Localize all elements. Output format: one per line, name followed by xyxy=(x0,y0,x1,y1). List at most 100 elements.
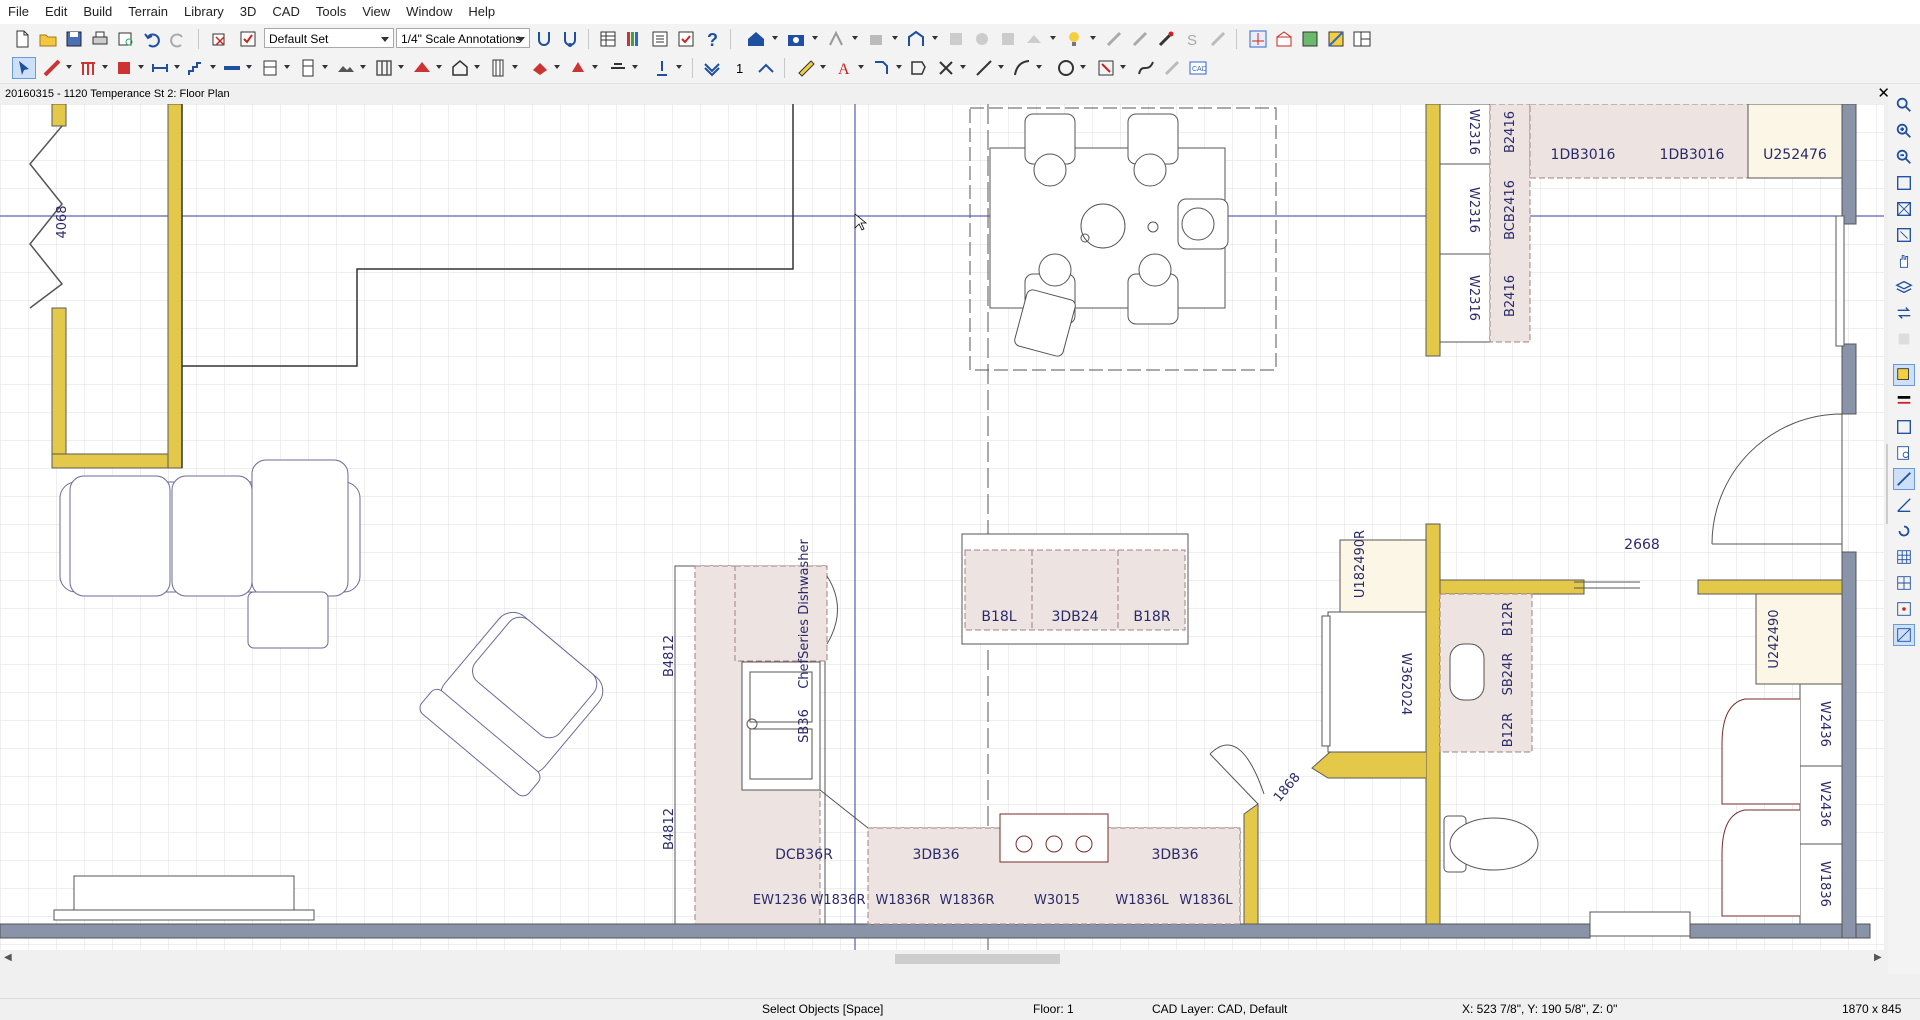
text-tool-icon[interactable]: A xyxy=(832,57,856,79)
zoom-in-icon[interactable] xyxy=(1893,120,1915,142)
gray-tool-3-icon[interactable] xyxy=(996,28,1020,50)
exterior-wall-right-mid[interactable] xyxy=(1841,343,1857,415)
menu-tools[interactable]: Tools xyxy=(308,0,354,24)
elevation-icon[interactable] xyxy=(904,28,928,50)
zoom-out-icon[interactable] xyxy=(1893,146,1915,168)
zoom-icon[interactable] xyxy=(1893,94,1915,116)
floor-up-icon[interactable] xyxy=(754,57,778,79)
pan-hand-icon[interactable] xyxy=(1893,250,1915,272)
gray-tool-7-icon[interactable]: S xyxy=(1180,28,1204,50)
layer-set-select[interactable]: Default Set xyxy=(264,28,394,48)
swap-icon[interactable] xyxy=(1893,302,1915,324)
save-icon[interactable] xyxy=(62,28,86,50)
snap-icon[interactable] xyxy=(1893,468,1915,490)
home-view-icon[interactable] xyxy=(744,28,768,50)
text-style-tool-icon[interactable] xyxy=(606,57,630,79)
cabinet-tool-icon[interactable] xyxy=(258,57,282,79)
gray-view-icon[interactable] xyxy=(1893,328,1915,350)
menu-window[interactable]: Window xyxy=(398,0,460,24)
gray-tool-2-icon[interactable] xyxy=(970,28,994,50)
perspective-view-icon[interactable] xyxy=(1298,28,1322,50)
menu-help[interactable]: Help xyxy=(460,0,503,24)
menu-file[interactable]: File xyxy=(0,0,37,24)
door-tool-icon[interactable] xyxy=(486,57,510,79)
scroll-right-icon[interactable]: ▶ xyxy=(1874,952,1882,963)
hearth[interactable] xyxy=(53,875,315,921)
undo-zoom-icon[interactable] xyxy=(1893,172,1915,194)
new-file-icon[interactable] xyxy=(10,28,34,50)
rotate-icon[interactable] xyxy=(1893,520,1915,542)
window-tool-icon[interactable] xyxy=(448,57,472,79)
annotation-set-select[interactable]: 1/4" Scale Annotations xyxy=(396,28,530,48)
menu-view[interactable]: View xyxy=(354,0,398,24)
menu-3d[interactable]: 3D xyxy=(232,0,265,24)
print-icon[interactable] xyxy=(88,28,112,50)
callout-tool-icon[interactable] xyxy=(870,57,894,79)
eyedropper-icon[interactable] xyxy=(1154,28,1178,50)
menu-cad[interactable]: CAD xyxy=(264,0,307,24)
layer-display-icon[interactable] xyxy=(208,28,232,50)
bottom-door-opening[interactable] xyxy=(1589,911,1691,937)
delete-tool-icon[interactable] xyxy=(934,57,958,79)
material-list-icon[interactable] xyxy=(648,28,672,50)
arc-tool-icon[interactable] xyxy=(1010,57,1034,79)
spline-tool-icon[interactable] xyxy=(1134,57,1158,79)
object-snap-icon[interactable] xyxy=(1893,598,1915,620)
menu-terrain[interactable]: Terrain xyxy=(120,0,176,24)
floor-plan-canvas[interactable]: 4068 B18L 3DB24 B18R B4812 B4812 ChefSer… xyxy=(0,104,1888,954)
cad-block-icon[interactable] xyxy=(906,57,930,79)
gray-tool-6-icon[interactable] xyxy=(1128,28,1152,50)
exterior-wall-right-top[interactable] xyxy=(1841,104,1857,225)
grid-snap-icon[interactable] xyxy=(1893,572,1915,594)
grid-icon[interactable] xyxy=(1893,546,1915,568)
delete-camera-icon[interactable] xyxy=(864,28,888,50)
dimension-tool-icon[interactable] xyxy=(148,57,172,79)
roof-tool-icon[interactable] xyxy=(410,57,434,79)
walkthrough-icon[interactable] xyxy=(824,28,848,50)
fill-tool-icon[interactable] xyxy=(528,57,552,79)
edit-mode-icon[interactable] xyxy=(1893,364,1915,386)
print-preview-icon[interactable] xyxy=(114,28,138,50)
horizontal-scrollbar[interactable]: ◀ ▶ xyxy=(0,950,1888,968)
layer-check-icon[interactable] xyxy=(236,28,260,50)
railing-tool-icon[interactable] xyxy=(76,57,100,79)
select-objects-icon[interactable] xyxy=(12,57,36,79)
scroll-left-icon[interactable]: ◀ xyxy=(4,952,12,963)
gray-tool-1-icon[interactable] xyxy=(944,28,968,50)
elevation-view-icon[interactable] xyxy=(1272,28,1296,50)
fill-window-icon[interactable] xyxy=(1893,198,1915,220)
pen-tool-icon[interactable] xyxy=(650,57,674,79)
layers-icon[interactable] xyxy=(1893,276,1915,298)
redo-icon[interactable] xyxy=(166,28,190,50)
circle-tool-icon[interactable] xyxy=(1054,57,1078,79)
annotation-tool-icon[interactable] xyxy=(532,28,556,50)
menu-library[interactable]: Library xyxy=(176,0,232,24)
find-icon[interactable] xyxy=(1893,442,1915,464)
framing-tool-icon[interactable] xyxy=(372,57,396,79)
dimension-snap-icon[interactable] xyxy=(1893,624,1915,646)
cad-text-icon[interactable]: CAD xyxy=(1186,57,1210,79)
stair-tool-icon[interactable] xyxy=(184,57,208,79)
fill-window-building-icon[interactable] xyxy=(1893,224,1915,246)
render-view-icon[interactable] xyxy=(1324,28,1348,50)
gray-tool-9-icon[interactable] xyxy=(1160,57,1184,79)
room-tool-icon[interactable] xyxy=(112,57,136,79)
line-tool-icon[interactable] xyxy=(972,57,996,79)
camera-icon[interactable] xyxy=(784,28,808,50)
horizontal-scroll-thumb[interactable] xyxy=(895,954,1060,964)
material-tool-icon[interactable] xyxy=(566,57,590,79)
right-window[interactable] xyxy=(1835,215,1845,347)
toilet[interactable] xyxy=(1443,815,1539,873)
bath-vanity[interactable] xyxy=(1439,593,1533,753)
layout-view-icon[interactable] xyxy=(1350,28,1374,50)
wall-tool-icon[interactable] xyxy=(40,57,64,79)
gray-tool-8-icon[interactable] xyxy=(1206,28,1230,50)
help-icon[interactable]: ? xyxy=(700,28,724,50)
appliance-tool-icon[interactable] xyxy=(296,57,320,79)
undo-icon[interactable] xyxy=(140,28,164,50)
library-icon[interactable] xyxy=(622,28,646,50)
kitchen-island[interactable] xyxy=(961,533,1189,645)
gray-tool-5-icon[interactable] xyxy=(1102,28,1126,50)
select-box-icon[interactable] xyxy=(1893,416,1915,438)
beam-tool-icon[interactable] xyxy=(220,57,244,79)
